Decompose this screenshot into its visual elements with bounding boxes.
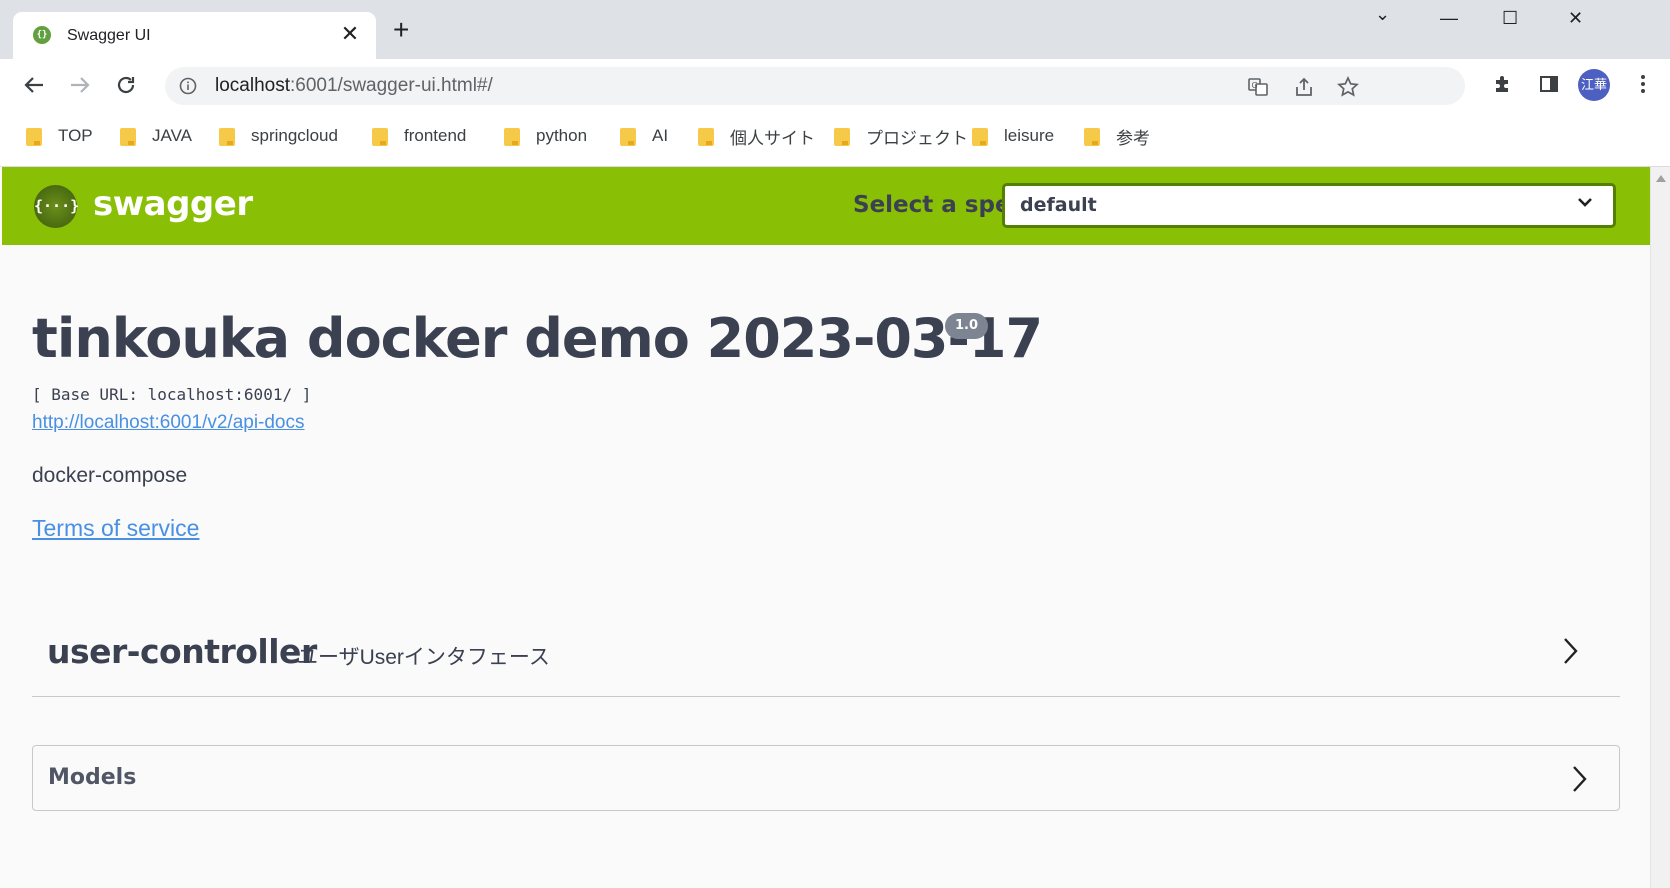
side-panel-button[interactable] bbox=[1536, 71, 1562, 97]
spec-select-value: default bbox=[1020, 194, 1097, 216]
terms-of-service-link[interactable]: Terms of service bbox=[32, 515, 199, 542]
api-title: tinkouka docker demo 2023-03-17 bbox=[32, 307, 1043, 370]
browser-menu-button[interactable] bbox=[1630, 71, 1656, 97]
bookmark-reference[interactable]: 参考 bbox=[1084, 123, 1150, 149]
address-bar[interactable]: localhost:6001/swagger-ui.html#/ G bbox=[165, 67, 1465, 105]
puzzle-icon bbox=[1496, 76, 1508, 92]
tab-close-icon[interactable]: ✕ bbox=[338, 21, 362, 47]
maximize-button[interactable]: ☐ bbox=[1502, 8, 1518, 29]
swagger-favicon-icon: {} bbox=[33, 26, 51, 44]
bookmark-star-icon[interactable] bbox=[1337, 76, 1359, 98]
minimize-button[interactable]: — bbox=[1440, 8, 1458, 29]
tab-title: Swagger UI bbox=[67, 27, 151, 44]
back-button[interactable] bbox=[20, 71, 48, 99]
svg-text:G: G bbox=[1252, 81, 1258, 90]
chevron-down-icon bbox=[1578, 198, 1592, 207]
folder-icon bbox=[834, 126, 850, 146]
bookmark-leisure[interactable]: leisure bbox=[972, 123, 1054, 149]
bookmark-ai[interactable]: AI bbox=[620, 123, 668, 149]
api-description: docker-compose bbox=[32, 464, 188, 487]
bookmark-python[interactable]: python bbox=[504, 123, 587, 149]
page-scrollbar[interactable] bbox=[1650, 167, 1670, 888]
kebab-menu-icon bbox=[1641, 75, 1645, 93]
chevron-right-icon[interactable] bbox=[1569, 764, 1589, 794]
tab-strip: {} Swagger UI ✕ + ⌄ — ☐ ✕ bbox=[0, 0, 1670, 59]
folder-icon bbox=[1084, 126, 1100, 146]
folder-icon bbox=[620, 126, 636, 146]
close-window-button[interactable]: ✕ bbox=[1568, 8, 1583, 29]
chevron-right-icon[interactable] bbox=[1560, 636, 1580, 666]
share-icon[interactable] bbox=[1293, 76, 1315, 98]
tag-description: ユーザUserインタフェース bbox=[297, 646, 550, 669]
base-url: [ Base URL: localhost:6001/ ] bbox=[32, 385, 312, 404]
extensions-button[interactable] bbox=[1490, 71, 1516, 97]
tab-swagger-ui[interactable]: {} Swagger UI ✕ bbox=[13, 12, 376, 59]
tag-name: user-controller bbox=[47, 632, 317, 671]
scroll-up-icon[interactable] bbox=[1656, 175, 1666, 182]
swagger-topbar: {···} swagger Select a spec default bbox=[2, 167, 1650, 245]
bookmark-top[interactable]: TOP bbox=[26, 123, 93, 149]
bookmark-project[interactable]: プロジェクト bbox=[834, 123, 968, 149]
browser-toolbar: localhost:6001/swagger-ui.html#/ G 江華 bbox=[0, 59, 1670, 111]
side-panel-icon bbox=[1540, 76, 1558, 92]
api-docs-link[interactable]: http://localhost:6001/v2/api-docs bbox=[32, 412, 305, 434]
select-spec-label: Select a spec bbox=[853, 192, 1025, 218]
bookmark-java[interactable]: JAVA bbox=[120, 123, 192, 149]
forward-button[interactable] bbox=[66, 71, 94, 99]
models-title: Models bbox=[48, 765, 137, 790]
reload-icon bbox=[117, 76, 135, 94]
site-info-icon[interactable] bbox=[179, 77, 197, 95]
bookmark-springcloud[interactable]: springcloud bbox=[219, 123, 338, 149]
folder-icon bbox=[372, 126, 388, 146]
translate-icon[interactable]: G bbox=[1247, 76, 1269, 98]
folder-icon bbox=[698, 126, 714, 146]
back-arrow-icon bbox=[24, 77, 43, 93]
swagger-logo-icon[interactable]: {···} bbox=[34, 185, 79, 228]
bookmark-personal-site[interactable]: 個人サイト bbox=[698, 123, 815, 149]
bookmarks-bar: TOP JAVA springcloud frontend python AI … bbox=[0, 111, 1670, 167]
new-tab-button[interactable]: + bbox=[393, 16, 409, 44]
tag-user-controller[interactable]: user-controller ユーザUserインタフェース bbox=[32, 616, 1620, 697]
profile-avatar[interactable]: 江華 bbox=[1578, 69, 1610, 101]
folder-icon bbox=[26, 126, 42, 146]
folder-icon bbox=[504, 126, 520, 146]
spec-select[interactable]: default bbox=[1002, 183, 1616, 228]
url-text[interactable]: localhost:6001/swagger-ui.html#/ bbox=[215, 75, 493, 97]
swagger-page: {···} swagger Select a spec default tink… bbox=[2, 167, 1650, 888]
forward-arrow-icon bbox=[71, 77, 90, 93]
swagger-brand[interactable]: swagger bbox=[93, 184, 253, 224]
folder-icon bbox=[219, 126, 235, 146]
reload-button[interactable] bbox=[112, 71, 140, 99]
models-section[interactable]: Models bbox=[32, 745, 1620, 811]
folder-icon bbox=[120, 126, 136, 146]
tab-search-icon[interactable]: ⌄ bbox=[1375, 4, 1390, 25]
version-badge: 1.0 bbox=[945, 313, 989, 339]
bookmark-frontend[interactable]: frontend bbox=[372, 123, 466, 149]
folder-icon bbox=[972, 126, 988, 146]
